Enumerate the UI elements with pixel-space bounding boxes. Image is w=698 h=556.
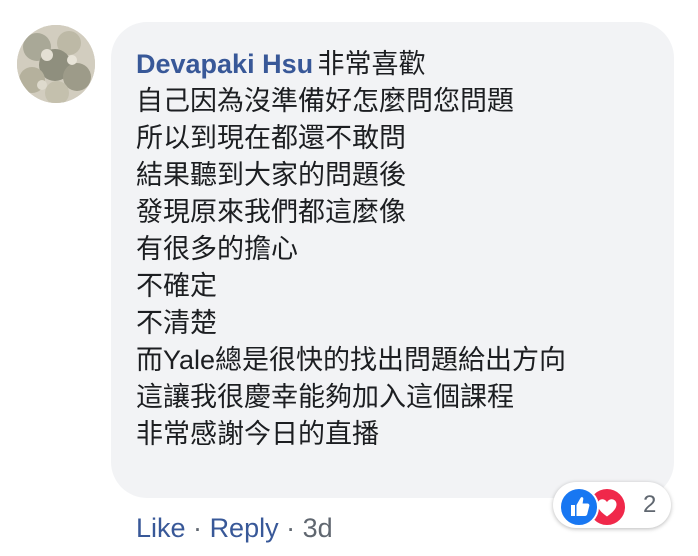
comment-bubble: Devapaki Hsu 非常喜歡 自己因為沒準備好怎麼問您問題 所以到現在都還… bbox=[111, 22, 674, 498]
comment-line: 非常感謝今日的直播 bbox=[136, 419, 379, 449]
comment-line: 發現原來我們都這麼像 bbox=[136, 197, 406, 227]
author-name[interactable]: Devapaki Hsu bbox=[136, 49, 313, 79]
separator: · bbox=[286, 513, 296, 543]
reply-link[interactable]: Reply bbox=[210, 513, 279, 543]
comment-actions: Like · Reply · 3d bbox=[136, 511, 333, 545]
comment-line: 結果聽到大家的問題後 bbox=[136, 160, 406, 190]
reaction-count: 2 bbox=[643, 491, 657, 518]
comment-line: 不清楚 bbox=[136, 308, 217, 338]
reactions-summary[interactable]: 2 bbox=[553, 482, 671, 528]
like-icon bbox=[559, 487, 599, 527]
comment-text-first: 非常喜歡 bbox=[317, 49, 426, 79]
comment-line: 所以到現在都還不敢問 bbox=[136, 123, 406, 153]
comment-line: 這讓我很慶幸能夠加入這個課程 bbox=[136, 382, 514, 412]
comment-first-line: Devapaki Hsu 非常喜歡 bbox=[136, 46, 656, 83]
avatar[interactable] bbox=[17, 25, 95, 103]
separator: · bbox=[193, 513, 203, 543]
comment-line: 有很多的擔心 bbox=[136, 234, 298, 264]
comment-line: 而Yale總是很快的找出問題給出方向 bbox=[136, 345, 567, 375]
like-link[interactable]: Like bbox=[136, 513, 186, 543]
comment-line: 自己因為沒準備好怎麼問您問題 bbox=[136, 86, 514, 116]
timestamp[interactable]: 3d bbox=[303, 513, 333, 543]
comment-line: 不確定 bbox=[136, 271, 217, 301]
